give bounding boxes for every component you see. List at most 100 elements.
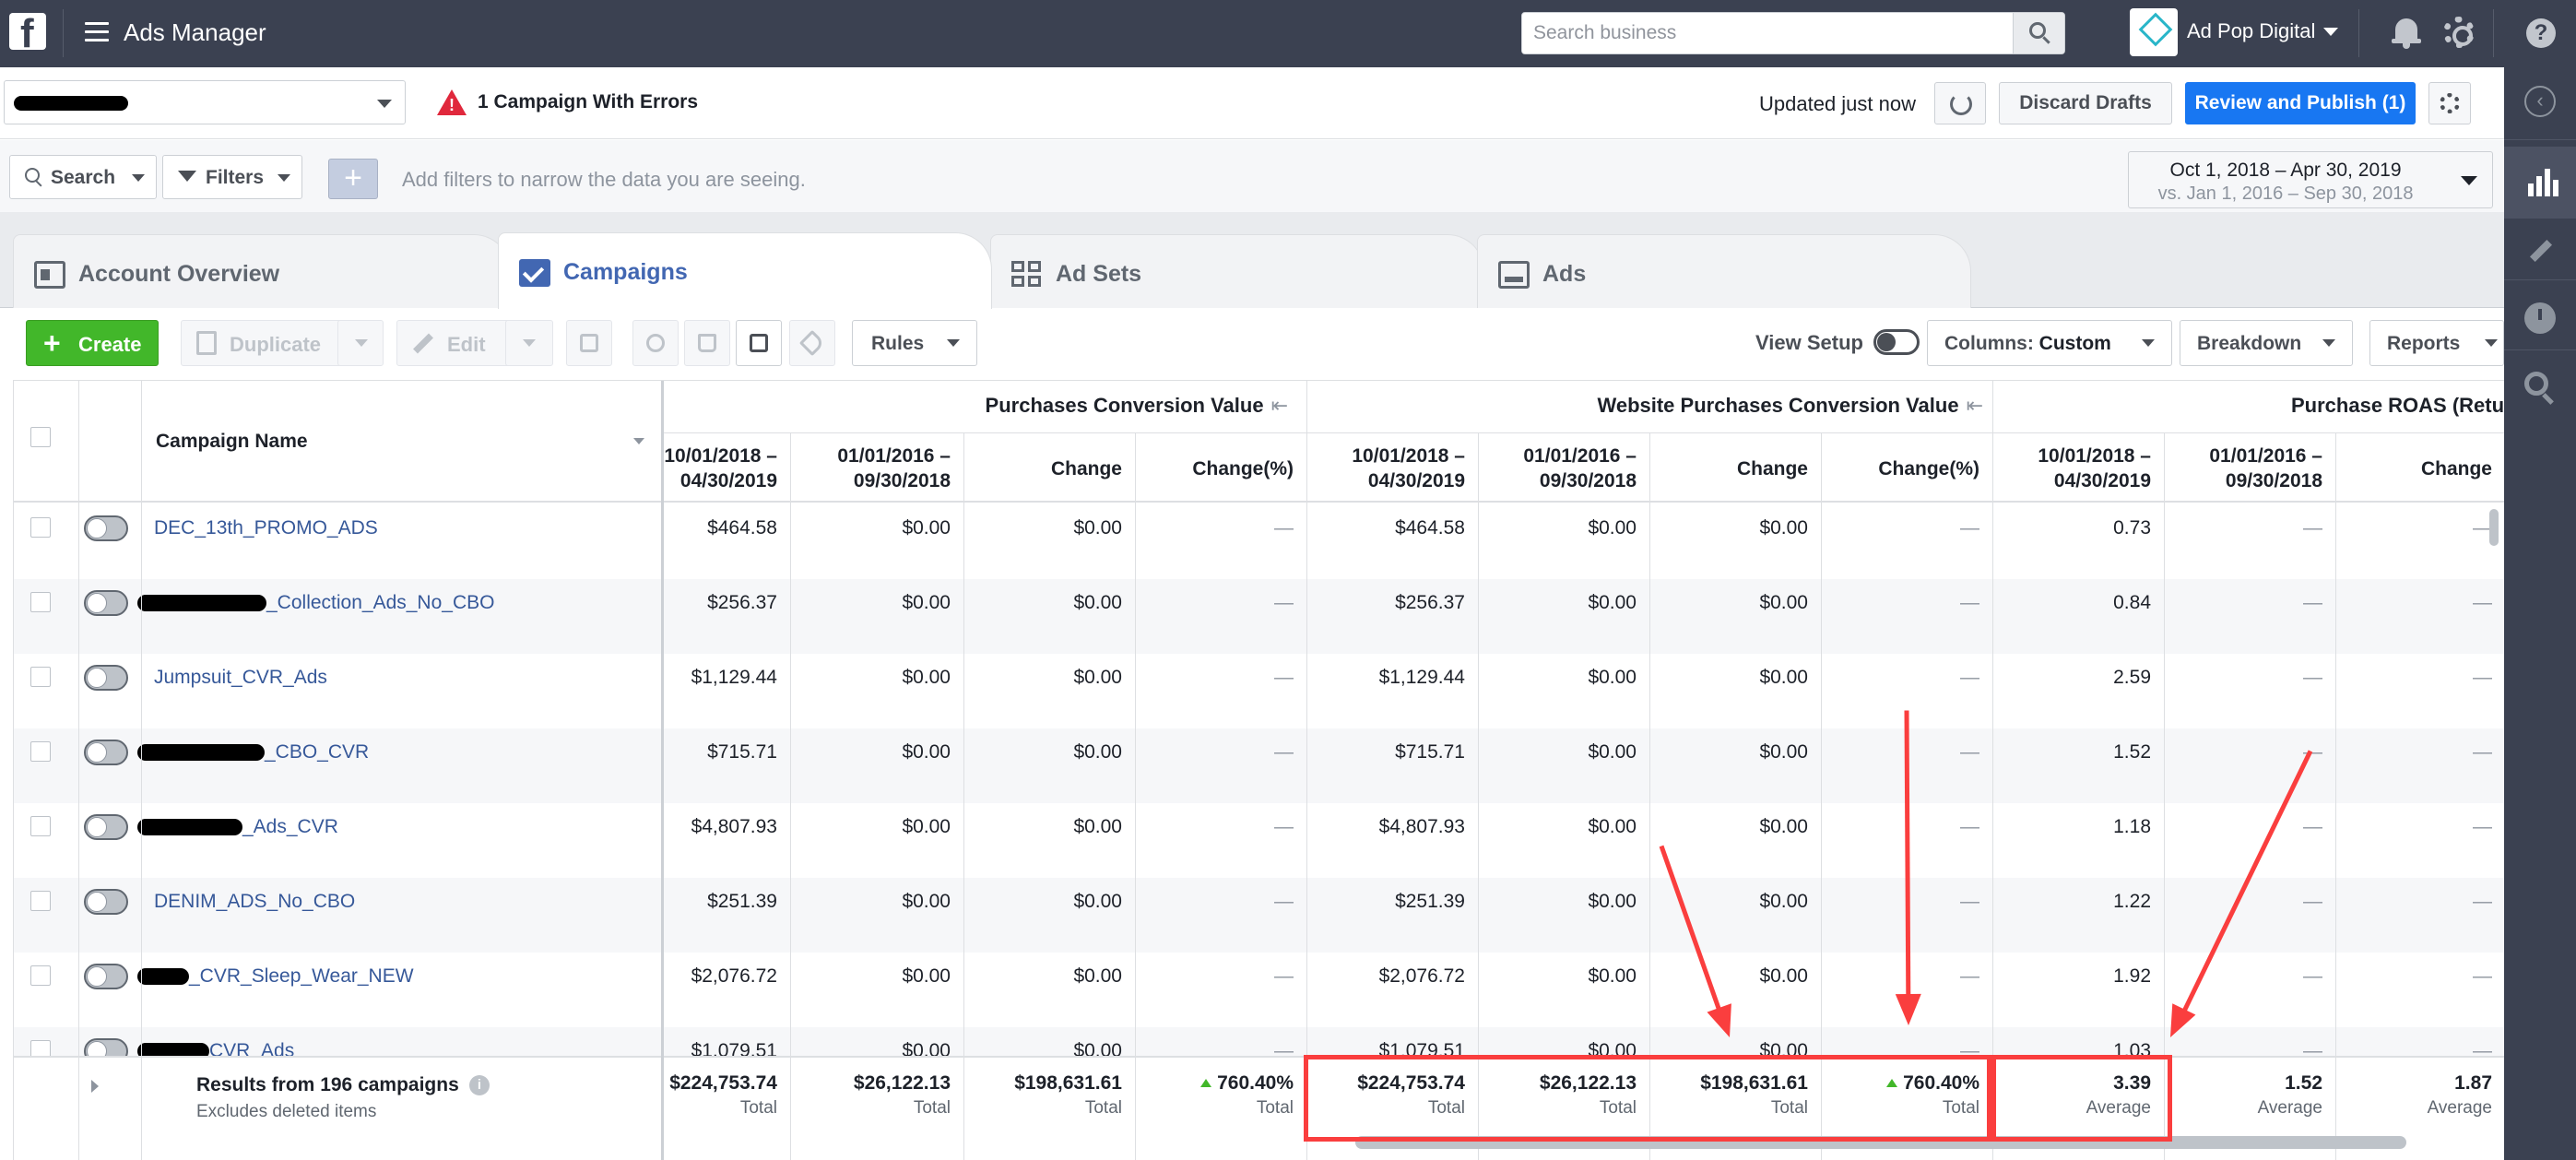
rules-button[interactable]: Rules [852,320,977,366]
tab-campaigns[interactable]: Campaigns [498,232,992,309]
column-header[interactable]: Change(%) [1135,456,1294,481]
campaign-name-link[interactable]: _CBO_CVR [137,741,369,763]
clipboard-button[interactable] [566,320,612,366]
duplicate-dropdown[interactable] [337,320,384,366]
ab-test-button[interactable] [736,320,782,366]
view-setup-toggle[interactable] [1873,329,1920,355]
table-row[interactable]: _Collection_Ads_No_CBO $256.37 $0.00 $0.00 —… [14,579,2504,654]
row-checkbox[interactable] [30,965,51,986]
column-header[interactable]: 01/01/2016 – 09/30/2018 [2164,444,2322,493]
delete-button[interactable] [684,320,730,366]
summary-value: $26,122.13 [853,1072,951,1094]
table-row[interactable]: _Ads_CVR $4,807.93 $0.00 $0.00 — $4,807.93 $0.… [14,803,2504,878]
campaign-errors-link[interactable]: 1 Campaign With Errors [478,91,698,113]
chevron-down-icon [947,339,960,347]
row-checkbox[interactable] [30,592,51,612]
campaign-name-link[interactable]: _CVR_Sleep_Wear_NEW [137,965,414,988]
notifications-bell-icon[interactable] [2392,17,2421,50]
help-icon[interactable]: ? [2526,18,2556,48]
campaign-name-link[interactable]: _Ads_CVR [137,816,338,838]
collapse-panel-icon[interactable]: ‹ [2524,86,2556,117]
tab-account-overview[interactable]: Account Overview [13,234,511,308]
campaign-name-link[interactable]: _Collection_Ads_No_CBO [137,592,494,614]
info-icon[interactable]: i [469,1075,490,1095]
row-checkbox[interactable] [30,741,51,762]
campaign-name-header[interactable]: Campaign Name [156,431,308,453]
edit-pencil-icon[interactable] [2529,239,2553,263]
discard-drafts-button[interactable]: Discard Drafts [1999,82,2172,124]
pin-column-icon[interactable]: ⇤ [1271,394,1288,417]
table-row[interactable]: _CBO_CVR $715.71 $0.00 $0.00 — $715.71 $0.00 $0… [14,728,2504,803]
ad-account-selector[interactable] [4,80,406,124]
facebook-logo-icon[interactable]: f [9,11,46,56]
refresh-button[interactable] [1934,82,1986,124]
expand-chevron-icon[interactable] [91,1080,99,1093]
tab-ads[interactable]: Ads [1477,234,1971,308]
column-header[interactable]: Change [1649,456,1808,481]
sort-caret-icon[interactable] [633,438,644,444]
table-row[interactable]: DENIM_ADS_No_CBO $251.39 $0.00 $0.00 — $251.3… [14,878,2504,953]
row-checkbox[interactable] [30,517,51,538]
review-and-publish-button[interactable]: Review and Publish (1) [2185,82,2416,124]
column-header[interactable]: 10/01/2018 – 04/30/2019 [661,444,777,493]
edit-dropdown[interactable] [505,320,553,366]
pin-column-icon[interactable]: ⇤ [1967,394,1983,417]
tab-ad-sets[interactable]: Ad Sets [990,234,1484,308]
select-all-checkbox[interactable] [30,427,51,447]
table-row[interactable]: _CVR_Sleep_Wear_NEW $2,076.72 $0.00 $0.00 — $… [14,953,2504,1027]
date-range-picker[interactable]: Oct 1, 2018 – Apr 30, 2019 vs. Jan 1, 20… [2128,151,2493,208]
campaign-on-off-toggle[interactable] [84,814,128,840]
hamburger-menu-icon[interactable] [85,22,109,42]
campaign-on-off-toggle[interactable] [84,665,128,691]
row-checkbox[interactable] [30,816,51,836]
table-cell: $0.00 [1073,816,1122,837]
campaign-on-off-toggle[interactable] [84,740,128,765]
table-row[interactable]: Jumpsuit_CVR_Ads $1,129.44 $0.00 $0.00 — $1,1… [14,654,2504,728]
inspect-search-icon[interactable] [2524,372,2548,396]
reports-button[interactable]: Reports [2369,320,2504,366]
settings-button[interactable] [2428,82,2471,124]
row-checkbox[interactable] [30,891,51,911]
search-business-field[interactable] [1521,12,2065,54]
filters-button[interactable]: Filters [162,155,302,199]
charts-icon[interactable] [2504,147,2576,219]
table-cell: 0.84 [2113,592,2151,613]
column-header[interactable]: Change(%) [1821,456,1979,481]
create-button[interactable]: + Create [26,320,159,366]
search-filter-button[interactable]: Search [9,155,157,199]
campaign-name-link[interactable]: Jumpsuit_CVR_Ads [154,667,327,689]
search-business-input[interactable] [1522,13,2011,53]
table-row[interactable]: DEC_13th_PROMO_ADS $464.58 $0.00 $0.00 — $464… [14,504,2504,579]
ad-account-logo[interactable] [2130,8,2178,56]
tag-button[interactable] [789,320,835,366]
chevron-down-icon[interactable] [2323,28,2338,36]
campaign-name-link[interactable]: DENIM_ADS_No_CBO [154,891,355,913]
column-header[interactable]: 10/01/2018 – 04/30/2019 [1992,444,2151,493]
duplicate-button[interactable]: Duplicate [181,320,347,366]
columns-button[interactable]: Columns: Custom [1927,320,2172,366]
search-business-button[interactable] [2013,13,2064,53]
breakdown-button[interactable]: Breakdown [2180,320,2353,366]
settings-gear-icon[interactable] [2443,17,2475,48]
row-checkbox[interactable] [30,667,51,687]
vertical-scrollbar[interactable] [2489,509,2499,546]
chevron-down-icon [377,100,392,108]
column-header[interactable]: Change [963,456,1122,481]
updated-status: Updated just now [1759,92,1916,115]
column-header[interactable]: 10/01/2018 – 04/30/2019 [1306,444,1465,493]
campaign-on-off-toggle[interactable] [84,590,128,616]
undo-button[interactable] [632,320,679,366]
campaign-on-off-toggle[interactable] [84,889,128,915]
add-filter-button[interactable]: + [328,159,378,199]
campaign-on-off-toggle[interactable] [84,515,128,541]
campaign-name-link[interactable]: DEC_13th_PROMO_ADS [154,517,378,539]
column-header[interactable]: 01/01/2016 – 09/30/2018 [790,444,951,493]
ad-account-name[interactable]: Ad Pop Digital [2187,19,2315,43]
columns-prefix: Columns: [1944,333,2034,354]
column-header[interactable]: Change [2335,456,2492,481]
campaign-on-off-toggle[interactable] [84,964,128,989]
edit-button[interactable]: Edit [396,320,516,366]
annotation-highlight-box [1991,1055,2172,1142]
column-header[interactable]: 01/01/2016 – 09/30/2018 [1478,444,1637,493]
history-clock-icon[interactable] [2524,302,2556,334]
